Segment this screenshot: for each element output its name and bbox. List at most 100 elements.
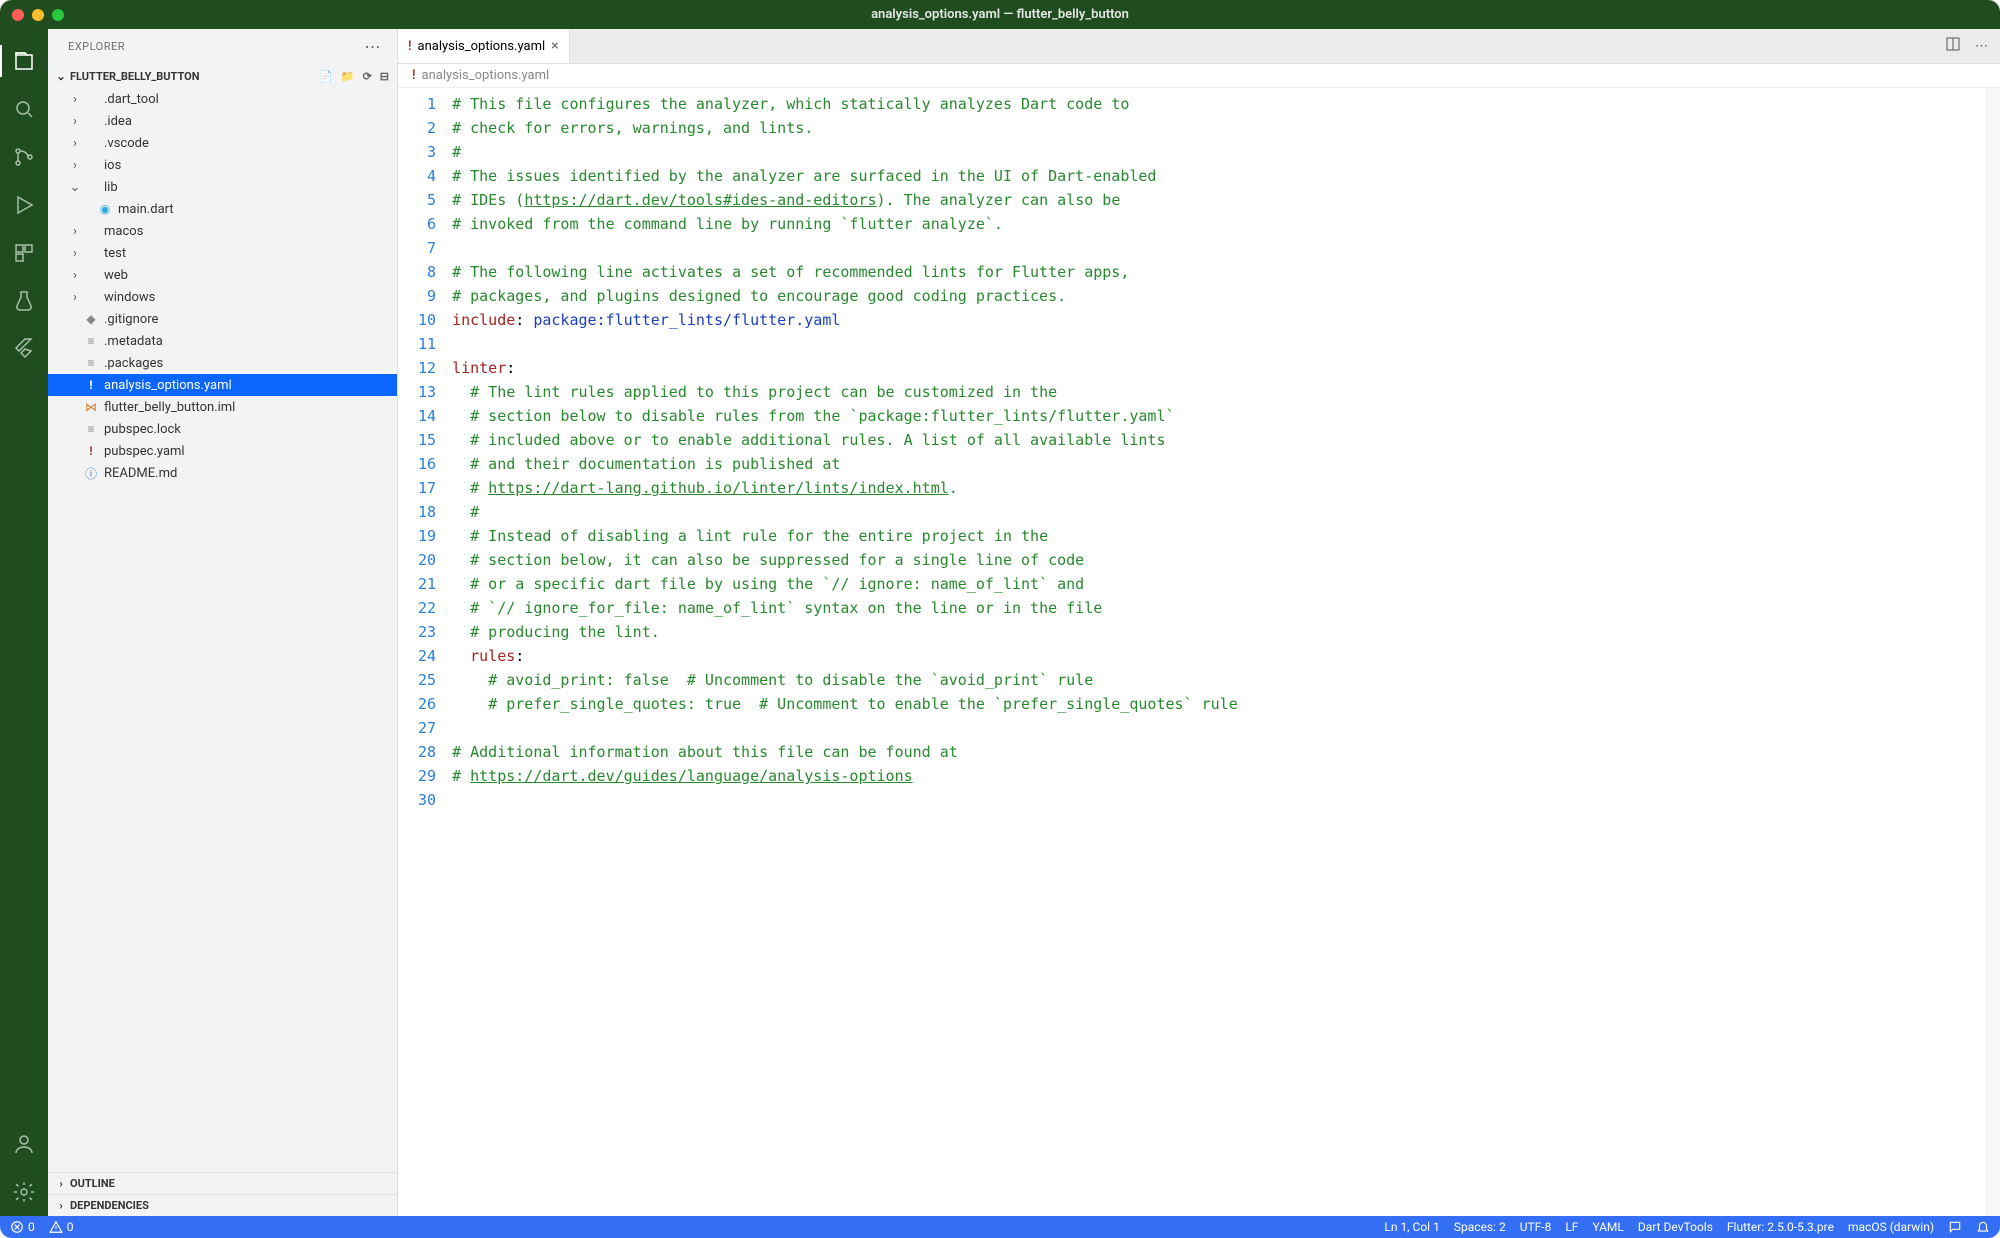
status-cursor-position[interactable]: Ln 1, Col 1 xyxy=(1384,1220,1439,1234)
sidebar: EXPLORER ⋯ ⌄ FLUTTER_BELLY_BUTTON 📄 📁 ⟳ … xyxy=(48,29,398,1216)
tree-item--idea[interactable]: ›.idea xyxy=(48,110,397,132)
split-editor-icon[interactable] xyxy=(1945,36,1961,56)
status-os[interactable]: macOS (darwin) xyxy=(1848,1220,1934,1234)
search-activity-icon[interactable] xyxy=(0,85,48,133)
close-tab-icon[interactable]: × xyxy=(551,38,558,54)
extensions-activity-icon[interactable] xyxy=(0,229,48,277)
project-section-header[interactable]: ⌄ FLUTTER_BELLY_BUTTON 📄 📁 ⟳ ⊟ xyxy=(48,64,397,88)
code-line[interactable]: # producing the lint. xyxy=(452,620,2000,644)
tree-item-readme-md[interactable]: ⓘREADME.md xyxy=(48,462,397,484)
tree-item--gitignore[interactable]: ◆.gitignore xyxy=(48,308,397,330)
flutter-activity-icon[interactable] xyxy=(0,325,48,373)
new-file-icon[interactable]: 📄 xyxy=(319,70,333,83)
code-line[interactable] xyxy=(452,788,2000,812)
explorer-activity-icon[interactable] xyxy=(0,37,48,85)
tree-item-pubspec-yaml[interactable]: !pubspec.yaml xyxy=(48,440,397,462)
outline-section[interactable]: › OUTLINE xyxy=(48,1172,397,1194)
tree-item--packages[interactable]: ≡.packages xyxy=(48,352,397,374)
file-tree[interactable]: ›.dart_tool›.idea›.vscode›ios⌄lib◉main.d… xyxy=(48,88,397,1172)
status-errors[interactable]: 0 xyxy=(10,1220,35,1234)
status-warnings[interactable]: 0 xyxy=(49,1220,74,1234)
tabs-row: ! analysis_options.yaml × ⋯ xyxy=(398,29,2000,64)
refresh-icon[interactable]: ⟳ xyxy=(363,70,372,83)
code-line[interactable]: # packages, and plugins designed to enco… xyxy=(452,284,2000,308)
code-line[interactable]: # avoid_print: false # Uncomment to disa… xyxy=(452,668,2000,692)
code-line[interactable]: rules: xyxy=(452,644,2000,668)
code-line[interactable]: # invoked from the command line by runni… xyxy=(452,212,2000,236)
run-debug-activity-icon[interactable] xyxy=(0,181,48,229)
status-encoding[interactable]: UTF-8 xyxy=(1520,1220,1552,1234)
code-line[interactable]: # section below to disable rules from th… xyxy=(452,404,2000,428)
code-line[interactable] xyxy=(452,716,2000,740)
tree-item-label: .vscode xyxy=(104,136,149,151)
code-lines[interactable]: # This file configures the analyzer, whi… xyxy=(452,88,2000,816)
collapse-all-icon[interactable]: ⊟ xyxy=(380,70,389,83)
breadcrumb-item[interactable]: analysis_options.yaml xyxy=(422,68,550,83)
code-line[interactable]: # The following line activates a set of … xyxy=(452,260,2000,284)
tab-analysis-options[interactable]: ! analysis_options.yaml × xyxy=(398,29,570,63)
tree-item-pubspec-lock[interactable]: ≡pubspec.lock xyxy=(48,418,397,440)
tree-item-main-dart[interactable]: ◉main.dart xyxy=(48,198,397,220)
new-folder-icon[interactable]: 📁 xyxy=(341,70,355,83)
code-line[interactable]: # prefer_single_quotes: true # Uncomment… xyxy=(452,692,2000,716)
status-eol[interactable]: LF xyxy=(1565,1220,1578,1234)
code-line[interactable]: # `// ignore_for_file: name_of_lint` syn… xyxy=(452,596,2000,620)
tree-item-ios[interactable]: ›ios xyxy=(48,154,397,176)
status-spaces[interactable]: Spaces: 2 xyxy=(1454,1220,1506,1234)
code-line[interactable]: # or a specific dart file by using the `… xyxy=(452,572,2000,596)
tree-item-label: .packages xyxy=(104,356,163,371)
status-feedback-icon[interactable] xyxy=(1948,1220,1962,1234)
tree-item-windows[interactable]: ›windows xyxy=(48,286,397,308)
tree-item--dart-tool[interactable]: ›.dart_tool xyxy=(48,88,397,110)
window-maximize-button[interactable] xyxy=(52,9,64,21)
code-line[interactable]: linter: xyxy=(452,356,2000,380)
code-line[interactable]: # https://dart-lang.github.io/linter/lin… xyxy=(452,476,2000,500)
breadcrumbs[interactable]: ! analysis_options.yaml xyxy=(398,64,2000,88)
code-line[interactable]: # The lint rules applied to this project… xyxy=(452,380,2000,404)
window-minimize-button[interactable] xyxy=(32,9,44,21)
tree-item-label: .idea xyxy=(104,114,132,129)
source-control-activity-icon[interactable] xyxy=(0,133,48,181)
code-line[interactable]: # The issues identified by the analyzer … xyxy=(452,164,2000,188)
code-line[interactable] xyxy=(452,236,2000,260)
code-line[interactable]: # check for errors, warnings, and lints. xyxy=(452,116,2000,140)
tree-item--metadata[interactable]: ≡.metadata xyxy=(48,330,397,352)
tree-item-analysis-options-yaml[interactable]: !analysis_options.yaml xyxy=(48,374,397,396)
tree-item-test[interactable]: ›test xyxy=(48,242,397,264)
window-close-button[interactable] xyxy=(12,9,24,21)
code-line[interactable]: # Instead of disabling a lint rule for t… xyxy=(452,524,2000,548)
editor[interactable]: 1234567891011121314151617181920212223242… xyxy=(398,88,2000,1216)
accounts-activity-icon[interactable] xyxy=(0,1120,48,1168)
status-language[interactable]: YAML xyxy=(1592,1220,1623,1234)
tree-item-macos[interactable]: ›macos xyxy=(48,220,397,242)
tree-item-flutter-belly-button-iml[interactable]: ⋈flutter_belly_button.iml xyxy=(48,396,397,418)
line-number: 10 xyxy=(418,308,436,332)
tree-item-web[interactable]: ›web xyxy=(48,264,397,286)
dependencies-section[interactable]: › DEPENDENCIES xyxy=(48,1194,397,1216)
code-line[interactable]: # IDEs (https://dart.dev/tools#ides-and-… xyxy=(452,188,2000,212)
code-line[interactable]: # Additional information about this file… xyxy=(452,740,2000,764)
sidebar-more-icon[interactable]: ⋯ xyxy=(365,37,382,56)
code-line[interactable]: # and their documentation is published a… xyxy=(452,452,2000,476)
code-line[interactable]: # xyxy=(452,500,2000,524)
titlebar[interactable]: analysis_options.yaml — flutter_belly_bu… xyxy=(0,0,2000,29)
code-line[interactable]: include: package:flutter_lints/flutter.y… xyxy=(452,308,2000,332)
chevron-right-icon: › xyxy=(54,1199,68,1212)
line-number: 6 xyxy=(418,212,436,236)
tree-item--vscode[interactable]: ›.vscode xyxy=(48,132,397,154)
status-bell-icon[interactable] xyxy=(1976,1220,1990,1234)
chevron-down-icon: ⌄ xyxy=(54,70,68,83)
code-line[interactable]: # https://dart.dev/guides/language/analy… xyxy=(452,764,2000,788)
testing-activity-icon[interactable] xyxy=(0,277,48,325)
settings-activity-icon[interactable] xyxy=(0,1168,48,1216)
minimap[interactable] xyxy=(1986,88,2000,1216)
code-line[interactable] xyxy=(452,332,2000,356)
code-line[interactable]: # This file configures the analyzer, whi… xyxy=(452,92,2000,116)
tree-item-lib[interactable]: ⌄lib xyxy=(48,176,397,198)
code-line[interactable]: # section below, it can also be suppress… xyxy=(452,548,2000,572)
editor-more-icon[interactable]: ⋯ xyxy=(1975,39,1988,54)
code-line[interactable]: # included above or to enable additional… xyxy=(452,428,2000,452)
code-line[interactable]: # xyxy=(452,140,2000,164)
status-devtools[interactable]: Dart DevTools xyxy=(1638,1220,1713,1234)
status-flutter[interactable]: Flutter: 2.5.0-5.3.pre xyxy=(1727,1220,1834,1234)
